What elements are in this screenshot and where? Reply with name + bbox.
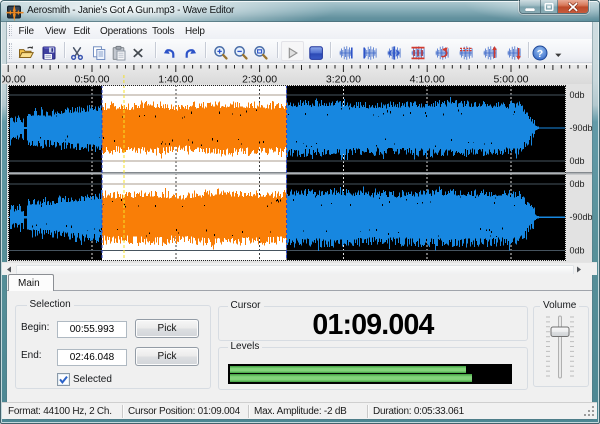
svg-text:0db: 0db	[570, 179, 585, 189]
svg-text:-90db: -90db	[570, 212, 593, 222]
svg-text:?: ?	[537, 48, 543, 60]
svg-text:0db: 0db	[570, 156, 585, 166]
svg-text:0db: 0db	[570, 90, 585, 100]
svg-text:0db: 0db	[570, 246, 585, 256]
svg-text:-90db: -90db	[570, 123, 593, 133]
